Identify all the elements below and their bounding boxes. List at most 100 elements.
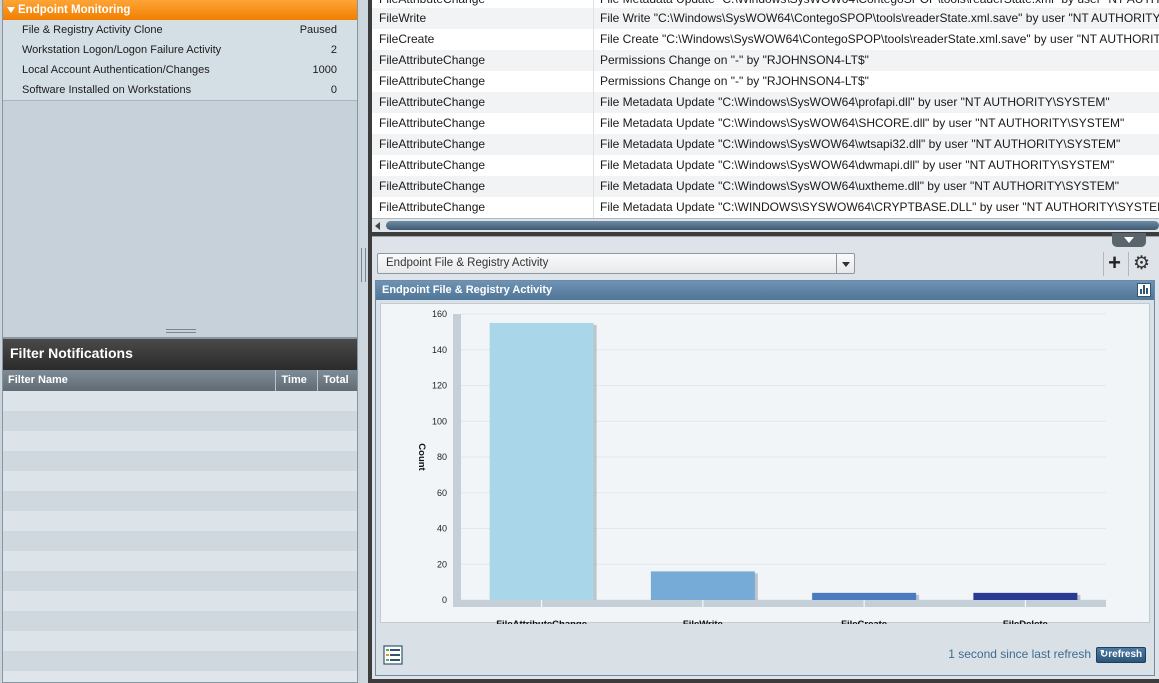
- event-type: FileAttributeChange: [372, 155, 594, 176]
- column-header-filter-name[interactable]: Filter Name: [3, 370, 277, 391]
- filter-table-header: Filter Name Time Total: [3, 370, 357, 391]
- chevron-down-icon[interactable]: [1124, 237, 1134, 243]
- table-row[interactable]: FileAttributeChange File Metadata Update …: [372, 134, 1159, 155]
- table-row[interactable]: FileAttributeChange File Metadata Update …: [372, 92, 1159, 113]
- event-description: File Metadata Update "C:\Windows\SysWOW6…: [600, 95, 1110, 109]
- list-view-icon[interactable]: [383, 645, 403, 665]
- monitor-item-label: Software Installed on Workstations: [22, 84, 192, 96]
- table-row: [3, 391, 357, 411]
- event-description: File Write "C:\Windows\SysWOW64\ContegoS…: [600, 11, 1159, 25]
- monitor-item-value: 0: [330, 84, 337, 96]
- x-tick-label: FileDelete: [1003, 619, 1048, 624]
- monitor-item-value: 2: [330, 44, 337, 56]
- table-row[interactable]: FileAttributeChange Permissions Change on…: [372, 50, 1159, 71]
- event-type: FileAttributeChange: [372, 71, 594, 92]
- dashboard-select-value: Endpoint File & Registry Activity: [386, 257, 549, 269]
- horizontal-resize-handle[interactable]: [166, 329, 196, 333]
- endpoint-monitoring-header[interactable]: Endpoint Monitoring: [3, 0, 357, 20]
- monitor-item[interactable]: Workstation Logon/Logon Failure Activity…: [3, 40, 357, 60]
- event-type: FileAttributeChange: [372, 176, 594, 197]
- bar-filedelete: [973, 592, 1078, 600]
- refresh-icon: ↻: [1099, 649, 1109, 660]
- gear-icon[interactable]: ⚙: [1128, 252, 1154, 276]
- monitor-item-label: Local Account Authentication/Changes: [22, 64, 210, 76]
- section-title: Endpoint Monitoring: [18, 4, 131, 16]
- monitor-item-label: Workstation Logon/Logon Failure Activity: [22, 44, 222, 56]
- x-tick-label: FileCreate: [841, 619, 887, 624]
- y-axis-strip: [453, 314, 461, 600]
- collapse-panel-tab[interactable]: [1112, 233, 1146, 247]
- scrollbar-thumb[interactable]: [386, 221, 1159, 230]
- event-type: FileCreate: [372, 29, 594, 50]
- monitor-item-value: Paused: [299, 24, 337, 36]
- x-tick-label: FileWrite: [683, 619, 723, 624]
- table-row[interactable]: FileWrite File Write "C:\Windows\SysWOW64…: [372, 8, 1159, 29]
- y-tick-label: 120: [432, 381, 447, 391]
- y-tick-label: 80: [437, 452, 447, 462]
- monitor-item[interactable]: Software Installed on Workstations 0: [3, 80, 357, 100]
- refresh-button[interactable]: ↻refresh: [1096, 647, 1146, 663]
- event-table: FileAttributeChange File Metadata Update …: [372, 0, 1159, 218]
- widget-title: Endpoint File & Registry Activity: [382, 284, 553, 296]
- table-row: [3, 531, 357, 551]
- event-description: File Create "C:\Windows\SysWOW64\Contego…: [600, 32, 1159, 46]
- bar-chart: 0 20 40 60 80 100 120 140 160 FileAttributeChange…: [416, 309, 1106, 648]
- plus-icon[interactable]: +: [1103, 252, 1125, 276]
- left-panel: Endpoint Monitoring File & Registry Acti…: [0, 0, 360, 683]
- event-type: FileAttributeChange: [372, 50, 594, 71]
- table-row: [3, 511, 357, 531]
- table-row: [3, 551, 357, 571]
- vertical-resize-handle[interactable]: [361, 248, 366, 282]
- y-axis-label: Count: [416, 443, 427, 471]
- y-tick-label: 0: [442, 595, 447, 605]
- monitor-item-label: File & Registry Activity Clone: [22, 24, 163, 36]
- table-row[interactable]: FileAttributeChange File Metadata Update …: [372, 197, 1159, 218]
- collapse-triangle-icon[interactable]: [7, 7, 15, 13]
- monitor-item[interactable]: Local Account Authentication/Changes 100…: [3, 60, 357, 80]
- refresh-status: 1 second since last refresh: [948, 647, 1091, 661]
- bar-filewrite: [650, 571, 755, 600]
- column-header-total[interactable]: Total: [318, 370, 357, 391]
- event-description: File Metadata Update "C:\WINDOWS\SYSWOW6…: [600, 200, 1159, 214]
- event-description: Permissions Change on "-" by "RJOHNSON4-…: [600, 74, 869, 88]
- filter-table-body: [3, 391, 357, 671]
- table-row[interactable]: FileAttributeChange File Metadata Update …: [372, 176, 1159, 197]
- event-type: FileAttributeChange: [372, 197, 594, 218]
- x-axis-strip: [453, 600, 1106, 607]
- monitor-item[interactable]: File & Registry Activity Clone Paused: [3, 20, 357, 40]
- table-row[interactable]: FileAttributeChange File Metadata Update …: [372, 155, 1159, 176]
- event-description: File Metadata Update "C:\Windows\SysWOW6…: [600, 116, 1125, 130]
- chevron-down-icon[interactable]: [836, 254, 854, 273]
- app-window: Endpoint Monitoring File & Registry Acti…: [0, 0, 1159, 683]
- table-row[interactable]: FileAttributeChange Permissions Change on…: [372, 71, 1159, 92]
- scroll-left-icon[interactable]: [375, 222, 380, 230]
- chart-plot-area: 0 20 40 60 80 100 120 140 160 FileAttributeChange…: [380, 303, 1150, 648]
- y-tick-label: 100: [432, 416, 447, 426]
- event-type: FileAttributeChange: [372, 113, 594, 134]
- widget-title-bar: Endpoint File & Registry Activity: [376, 281, 1154, 300]
- refresh-label: refresh: [1108, 649, 1143, 660]
- event-description: Permissions Change on "-" by "RJOHNSON4-…: [600, 53, 869, 67]
- filter-notifications-panel: Filter Notifications Filter Name Time To…: [2, 338, 358, 683]
- event-type: FileAttributeChange: [372, 134, 594, 155]
- table-row: [3, 411, 357, 431]
- table-row: [3, 451, 357, 471]
- table-row: [3, 591, 357, 611]
- bar-chart-icon[interactable]: [1137, 283, 1151, 297]
- horizontal-scrollbar[interactable]: [372, 218, 1159, 232]
- table-row: [3, 611, 357, 631]
- y-tick-label: 160: [432, 309, 447, 319]
- dashboard-select[interactable]: Endpoint File & Registry Activity: [377, 253, 855, 274]
- table-row[interactable]: FileAttributeChange File Metadata Update …: [372, 113, 1159, 134]
- table-row: [3, 651, 357, 671]
- table-row[interactable]: FileCreate File Create "C:\Windows\SysWOW…: [372, 29, 1159, 50]
- table-row: [3, 431, 357, 451]
- column-header-time[interactable]: Time: [276, 370, 319, 391]
- chart-widget: Endpoint File & Registry Activity 0 20 40 6…: [375, 280, 1155, 676]
- event-type: FileAttributeChange: [372, 92, 594, 113]
- table-row: [3, 571, 357, 591]
- x-tick-label: FileAttributeChange: [496, 619, 587, 624]
- event-description: File Metadata Update "C:\Windows\SysWOW6…: [600, 158, 1115, 172]
- event-description: File Metadata Update "C:\Windows\SysWOW6…: [600, 179, 1119, 193]
- y-tick-label: 40: [437, 524, 447, 534]
